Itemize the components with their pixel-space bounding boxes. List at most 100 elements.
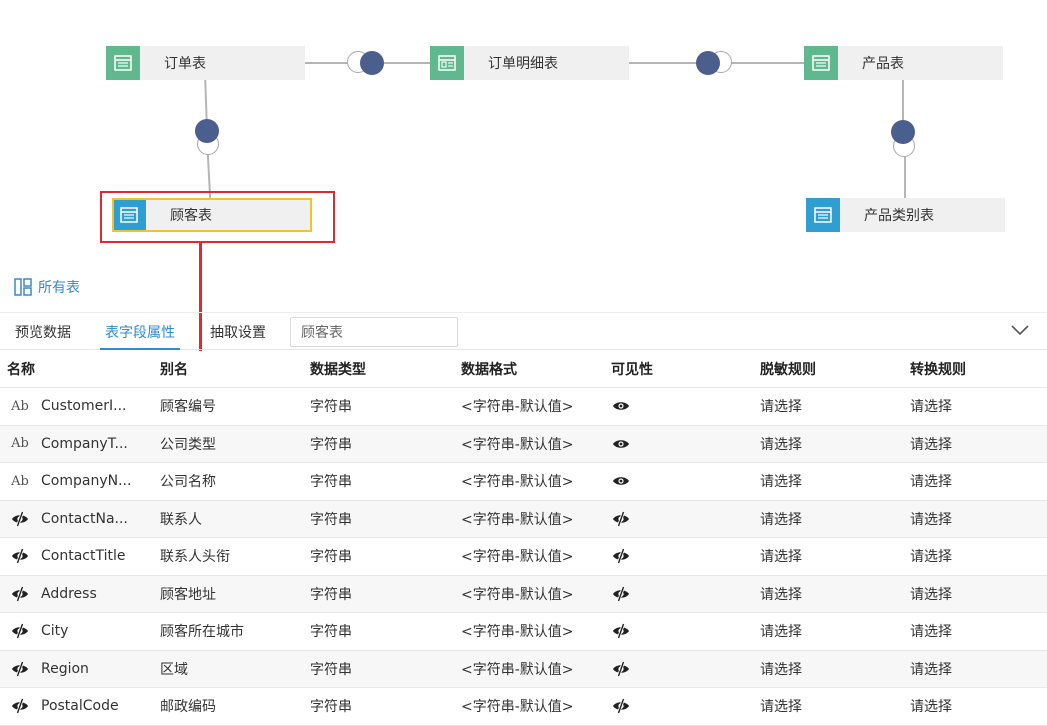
masking-rule-select[interactable]: 请选择 [760,426,802,463]
table-node-order-details[interactable]: 订单明细表 [430,46,629,80]
transform-rule-select[interactable]: 请选择 [910,613,952,650]
link-orders-customers [204,79,208,124]
eye-hidden-icon[interactable] [612,585,630,603]
masking-rule-select[interactable]: 请选择 [760,651,802,688]
table-row[interactable]: Region 区域 字符串 <字符串-默认值> 请选择 请选择 [0,650,1047,688]
masking-rule-select[interactable]: 请选择 [760,538,802,575]
cell-data-type[interactable]: 字符串 [310,688,352,725]
cell-alias[interactable]: 区域 [160,651,188,688]
cell-data-type[interactable]: 字符串 [310,426,352,463]
eye-icon[interactable] [612,438,630,450]
hidden-field-icon [10,622,30,640]
table-row[interactable]: ContactNa... 联系人 字符串 <字符串-默认值> 请选择 请选择 [0,500,1047,538]
masking-rule-select[interactable]: 请选择 [760,613,802,650]
eye-hidden-icon[interactable] [612,547,630,565]
tab-extract-settings[interactable]: 抽取设置 [210,313,266,350]
transform-rule-select[interactable]: 请选择 [910,576,952,613]
collapse-panel-button[interactable] [1010,322,1030,341]
table-detail-icon [430,46,464,80]
column-header-alias[interactable]: 别名 [160,351,188,387]
cell-data-type[interactable]: 字符串 [310,463,352,500]
cell-data-type[interactable]: 字符串 [310,501,352,538]
cell-data-format[interactable]: <字符串-默认值> [461,688,574,725]
eye-icon[interactable] [612,475,630,487]
cell-data-format[interactable]: <字符串-默认值> [461,651,574,688]
cell-data-type[interactable]: 字符串 [310,651,352,688]
masking-rule-select[interactable]: 请选择 [760,388,802,425]
join-inner-dot [696,51,720,75]
column-header-data-type[interactable]: 数据类型 [310,351,366,387]
table-name-input[interactable] [290,317,458,347]
cell-visibility [611,388,630,425]
cell-data-format[interactable]: <字符串-默认值> [461,463,574,500]
cell-alias[interactable]: 联系人头衔 [160,538,230,575]
eye-hidden-icon[interactable] [612,510,630,528]
link-products-categories [902,80,904,122]
field-name: ContactNa... [41,510,128,527]
eye-hidden-icon[interactable] [612,622,630,640]
masking-rule-select[interactable]: 请选择 [760,576,802,613]
cell-alias[interactable]: 顾客地址 [160,576,216,613]
tab-preview-data[interactable]: 预览数据 [15,313,71,350]
node-label: 订单表 [164,56,206,72]
table-node-orders[interactable]: 订单表 [106,46,305,80]
table-icon [106,46,140,80]
cell-name: Address [6,576,97,613]
cell-alias[interactable]: 顾客编号 [160,388,216,425]
masking-rule-select[interactable]: 请选择 [760,688,802,725]
field-name: CompanyN... [41,473,132,490]
cell-data-type[interactable]: 字符串 [310,576,352,613]
cell-data-format[interactable]: <字符串-默认值> [461,426,574,463]
masking-rule-select[interactable]: 请选择 [760,463,802,500]
cell-alias[interactable]: 公司名称 [160,463,216,500]
table-row[interactable]: City 顾客所在城市 字符串 <字符串-默认值> 请选择 请选择 [0,613,1047,651]
cell-data-type[interactable]: 字符串 [310,613,352,650]
cell-data-format[interactable]: <字符串-默认值> [461,613,574,650]
text-type-icon: Ab [11,473,29,489]
transform-rule-select[interactable]: 请选择 [910,426,952,463]
table-node-products[interactable]: 产品表 [804,46,1003,80]
cell-data-format[interactable]: <字符串-默认值> [461,538,574,575]
table-node-categories[interactable]: 产品类别表 [806,198,1005,232]
join-inner-dot [891,120,915,144]
cell-data-format[interactable]: <字符串-默认值> [461,576,574,613]
transform-rule-select[interactable]: 请选择 [910,538,952,575]
column-header-name[interactable]: 名称 [7,351,35,387]
transform-rule-select[interactable]: 请选择 [910,651,952,688]
cell-name: City [6,613,68,650]
transform-rule-select[interactable]: 请选择 [910,388,952,425]
table-row[interactable]: Ab CustomerI... 顾客编号 字符串 <字符串-默认值> 请选择 请选择 [0,388,1047,426]
column-header-data-format[interactable]: 数据格式 [461,351,517,387]
cell-data-format[interactable]: <字符串-默认值> [461,388,574,425]
relationship-diagram[interactable]: 订单表 订单明细表 产品表 顾客表 产品类别表 所有表 [0,0,1047,360]
all-tables-label: 所有表 [38,280,80,296]
transform-rule-select[interactable]: 请选择 [910,688,952,725]
table-row[interactable]: Ab CompanyT... 公司类型 字符串 <字符串-默认值> 请选择 请选择 [0,425,1047,463]
all-tables-link[interactable]: 所有表 [14,277,80,297]
cell-data-type[interactable]: 字符串 [310,388,352,425]
column-header-visibility[interactable]: 可见性 [611,351,653,387]
cell-name: Ab CompanyN... [6,463,131,500]
masking-rule-select[interactable]: 请选择 [760,501,802,538]
eye-hidden-icon[interactable] [612,660,630,678]
table-row[interactable]: Address 顾客地址 字符串 <字符串-默认值> 请选择 请选择 [0,575,1047,613]
cell-name: Region [6,651,89,688]
transform-rule-select[interactable]: 请选择 [910,501,952,538]
cell-visibility [611,426,630,463]
eye-hidden-icon[interactable] [612,697,630,715]
cell-alias[interactable]: 联系人 [160,501,202,538]
cell-alias[interactable]: 顾客所在城市 [160,613,244,650]
table-row[interactable]: Ab CompanyN... 公司名称 字符串 <字符串-默认值> 请选择 请选择 [0,463,1047,501]
field-name: ContactTitle [41,548,126,565]
cell-alias[interactable]: 邮政编码 [160,688,216,725]
cell-alias[interactable]: 公司类型 [160,426,216,463]
tab-field-properties[interactable]: 表字段属性 [100,313,180,350]
cell-data-format[interactable]: <字符串-默认值> [461,501,574,538]
table-icon [806,198,840,232]
eye-icon[interactable] [612,400,630,412]
cell-data-type[interactable]: 字符串 [310,538,352,575]
column-header-transform-rule[interactable]: 转换规则 [910,351,966,387]
table-row[interactable]: ContactTitle 联系人头衔 字符串 <字符串-默认值> 请选择 请选择 [0,538,1047,576]
transform-rule-select[interactable]: 请选择 [910,463,952,500]
column-header-masking-rule[interactable]: 脱敏规则 [760,351,816,387]
